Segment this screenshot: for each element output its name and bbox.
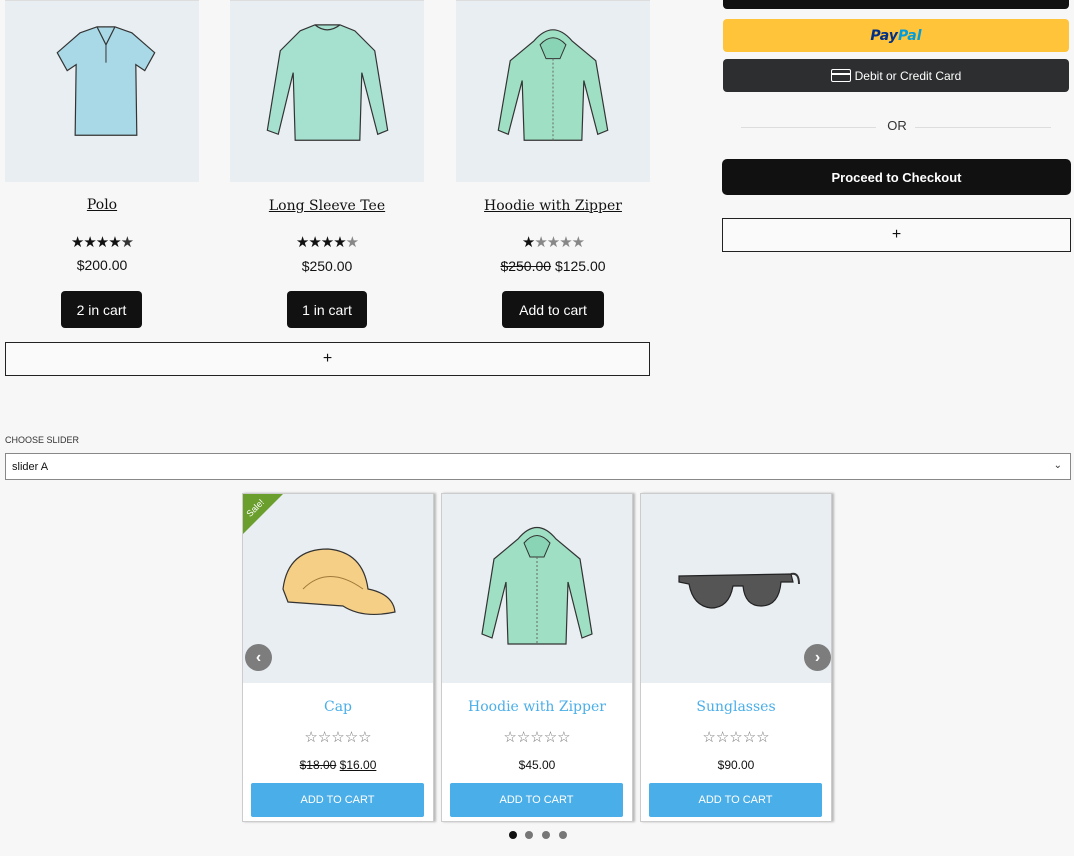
rating-stars: ☆☆☆☆☆ [503, 729, 571, 746]
paypal-logo-pay: Pay [870, 27, 898, 44]
paypal-logo-pal: Pal [897, 27, 922, 44]
product-image-polo[interactable] [5, 0, 199, 182]
hoodie-image [497, 29, 609, 141]
divider [741, 127, 876, 128]
slider-dot[interactable] [525, 831, 533, 839]
sale-badge-text: Sale! [244, 497, 267, 519]
sale-badge: Sale! [243, 494, 283, 534]
slider-dot[interactable] [559, 831, 567, 839]
or-separator: OR [887, 118, 907, 133]
product-image-hoodie[interactable] [456, 0, 650, 182]
slider-dot[interactable] [509, 831, 517, 839]
old-price: $18.00 [299, 758, 337, 772]
sale-price: $16.00 [339, 758, 377, 772]
in-cart-button[interactable]: 1 in cart [287, 291, 367, 328]
add-to-cart-button[interactable]: ADD TO CART [251, 783, 424, 817]
add-to-cart-button[interactable]: ADD TO CART [450, 783, 623, 817]
top-checkout-button[interactable] [723, 0, 1069, 9]
debit-credit-card-button[interactable]: Debit or Credit Card [723, 59, 1069, 92]
slide-price: $18.00 $16.00 [243, 758, 433, 772]
credit-card-icon [830, 69, 851, 82]
product-title[interactable]: Hoodie with Zipper [456, 198, 650, 214]
in-cart-button[interactable]: 2 in cart [61, 291, 142, 328]
product-price: $250.00 [301, 258, 353, 274]
slide-image-hoodie[interactable] [442, 494, 632, 683]
slide-price: $90.00 [717, 758, 755, 772]
product-title[interactable]: Polo [5, 197, 199, 213]
chevron-down-icon: ⌄ [1053, 460, 1062, 471]
add-block-button[interactable]: + [5, 342, 650, 376]
paypal-button[interactable]: Pay Pal [723, 19, 1069, 52]
slide-image-sunglasses[interactable] [641, 494, 831, 683]
rating-stars: ★★★★★ [70, 234, 134, 251]
rating-stars: ★★★★★ [295, 234, 359, 251]
slide-title[interactable]: Cap [243, 699, 433, 715]
old-price: $250.00 [500, 258, 552, 274]
polo-shirt-image [56, 26, 156, 136]
slider-select-value: slider A [12, 460, 49, 473]
sale-price: $125.00 [554, 258, 606, 274]
slider-prev-arrow-icon[interactable]: ‹ [245, 644, 272, 671]
rating-stars: ☆☆☆☆☆ [304, 729, 372, 746]
slider-card: Hoodie with Zipper ☆☆☆☆☆ $45.00 ADD TO C… [441, 493, 633, 822]
long-sleeve-tee-image [266, 24, 389, 141]
slider-next-arrow-icon[interactable]: › [804, 644, 831, 671]
slider-dot[interactable] [542, 831, 550, 839]
slide-title[interactable]: Sunglasses [641, 699, 831, 715]
hoodie-image [481, 526, 593, 645]
add-to-cart-button[interactable]: ADD TO CART [649, 783, 822, 817]
slide-price: $45.00 [518, 758, 556, 772]
slide-title[interactable]: Hoodie with Zipper [442, 699, 632, 715]
rating-stars: ★★★★★ [521, 234, 585, 251]
divider [915, 127, 1051, 128]
proceed-to-checkout-button[interactable]: Proceed to Checkout [722, 159, 1071, 195]
add-block-button[interactable]: + [722, 218, 1071, 252]
product-title[interactable]: Long Sleeve Tee [230, 198, 424, 214]
product-price: $250.00 $125.00 [456, 258, 650, 274]
sunglasses-image [678, 572, 800, 609]
rating-stars: ☆☆☆☆☆ [702, 729, 770, 746]
product-image-long-sleeve-tee[interactable] [230, 0, 424, 182]
add-to-cart-button[interactable]: Add to cart [502, 291, 604, 328]
choose-slider-label: CHOOSE SLIDER [5, 435, 80, 445]
slider-select[interactable]: slider A ⌄ [5, 453, 1071, 480]
product-price: $200.00 [76, 257, 128, 273]
card-button-label: Debit or Credit Card [854, 68, 962, 83]
